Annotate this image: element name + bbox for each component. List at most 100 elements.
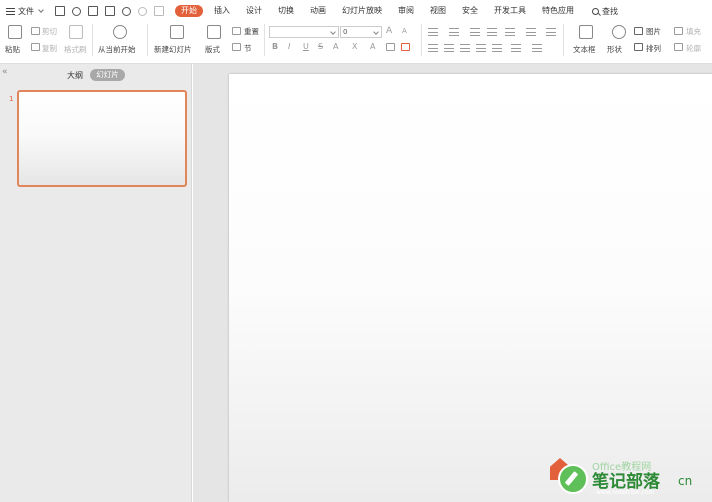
tab-design[interactable]: 设计 (238, 0, 270, 22)
play-icon (113, 25, 127, 39)
paragraph-settings-icon[interactable] (532, 44, 542, 52)
fill-button[interactable]: 填充 (686, 26, 701, 37)
copy-button[interactable]: 复制 (42, 43, 57, 54)
eraser-icon[interactable] (386, 43, 395, 51)
tab-security[interactable]: 安全 (454, 0, 486, 22)
tab-insert[interactable]: 插入 (206, 0, 238, 22)
chevron-down-icon (38, 6, 44, 13)
bold-button[interactable]: B (272, 42, 278, 51)
print-icon[interactable] (88, 6, 98, 16)
format-painter-button[interactable]: 格式刷 (64, 44, 87, 55)
quick-access-toolbar (55, 6, 164, 16)
tab-features[interactable]: 特色应用 (534, 0, 582, 22)
from-current-button[interactable]: 从当前开始 (98, 44, 136, 55)
section-icon (232, 43, 241, 51)
font-size-select[interactable]: 0 (340, 26, 382, 38)
vertical-align-icon[interactable] (511, 44, 521, 52)
tab-view[interactable]: 视图 (422, 0, 454, 22)
text-highlight-icon[interactable] (401, 43, 410, 51)
customize-toolbar-icon[interactable] (154, 6, 164, 16)
numbering-icon[interactable] (449, 28, 459, 36)
divider (264, 24, 265, 56)
slide-canvas[interactable] (229, 74, 712, 502)
tab-home[interactable]: 开始 (175, 5, 203, 17)
ribbon-tabs: 开始 插入 设计 切换 动画 幻灯片放映 审阅 视图 安全 开发工具 特色应用 … (172, 0, 618, 22)
print-preview-icon[interactable] (105, 6, 115, 16)
slide-number: 1 (9, 95, 14, 103)
picture-button[interactable]: 图片 (646, 26, 661, 37)
line-spacing-icon[interactable] (526, 28, 536, 36)
pen-logo-icon (558, 464, 588, 494)
tab-transitions[interactable]: 切换 (270, 0, 302, 22)
arrange-button[interactable]: 排列 (646, 43, 661, 54)
decrease-indent-icon[interactable] (470, 28, 480, 36)
tab-slideshow[interactable]: 幻灯片放映 (334, 0, 390, 22)
increase-indent-icon[interactable] (487, 28, 497, 36)
paste-icon (8, 25, 22, 39)
outline-button[interactable]: 轮廓 (686, 43, 701, 54)
copy-icon (31, 43, 40, 51)
divider (421, 24, 422, 56)
cut-icon (31, 27, 40, 35)
italic-button[interactable]: I (288, 42, 290, 51)
tab-review[interactable]: 审阅 (390, 0, 422, 22)
font-name-select[interactable] (269, 26, 339, 38)
redo-icon[interactable] (138, 6, 147, 16)
ribbon-toolbar: 粘贴 剪切 复制 格式刷 从当前开始 新建幻灯片 版式 重置 节 0 A A B… (0, 22, 712, 64)
file-menu[interactable]: 文件 (0, 0, 44, 22)
bullets-icon[interactable] (428, 28, 438, 36)
paste-button[interactable]: 粘贴 (5, 44, 20, 55)
text-box-button[interactable]: 文本框 (573, 44, 596, 55)
editing-workspace (193, 64, 712, 502)
font-color-button[interactable]: A (333, 42, 338, 51)
align-left-icon[interactable] (428, 44, 438, 52)
sync-icon[interactable] (72, 6, 81, 16)
tab-slides[interactable]: 幻灯片 (90, 69, 125, 81)
divider (92, 24, 93, 56)
format-painter-icon (69, 25, 83, 39)
fill-icon (674, 27, 683, 35)
search-label: 查找 (602, 6, 618, 16)
justify-icon[interactable] (476, 44, 486, 52)
slide-thumbnail[interactable] (17, 90, 187, 187)
tab-developer[interactable]: 开发工具 (486, 0, 534, 22)
tab-animations[interactable]: 动画 (302, 0, 334, 22)
search-icon (592, 7, 599, 15)
divider (147, 24, 148, 56)
collapse-pane-icon[interactable]: « (2, 67, 7, 77)
file-menu-label: 文件 (18, 6, 34, 16)
align-center-icon[interactable] (444, 44, 454, 52)
outline-icon (674, 43, 683, 51)
search-tab[interactable]: 查找 (592, 6, 618, 17)
tab-outline[interactable]: 大纲 (67, 70, 83, 81)
underline-button[interactable]: U (303, 42, 309, 51)
columns-icon[interactable] (505, 28, 515, 36)
distribute-icon[interactable] (492, 44, 502, 52)
reset-button[interactable]: 重置 (244, 26, 259, 37)
watermark-url: www.notetribe.com (596, 489, 655, 496)
text-box-icon (579, 25, 593, 39)
superscript-button[interactable]: X (352, 42, 357, 51)
shape-button[interactable]: 形状 (607, 44, 622, 55)
text-direction-icon[interactable] (546, 28, 556, 36)
new-slide-button[interactable]: 新建幻灯片 (154, 44, 192, 55)
layout-icon (207, 25, 221, 39)
watermark-cn: cn (678, 474, 693, 488)
grow-font-button[interactable]: A (386, 26, 392, 36)
layout-button[interactable]: 版式 (205, 44, 220, 55)
shape-icon (612, 25, 626, 39)
picture-icon (634, 27, 643, 35)
save-icon[interactable] (55, 6, 65, 16)
align-right-icon[interactable] (460, 44, 470, 52)
new-slide-icon (170, 25, 184, 39)
undo-icon[interactable] (122, 6, 131, 16)
arrange-icon (634, 43, 643, 51)
reset-icon (232, 27, 241, 35)
hamburger-icon (6, 7, 15, 15)
divider (563, 24, 564, 56)
clear-format-button[interactable]: A (370, 42, 375, 51)
strikethrough-button[interactable]: S (318, 42, 323, 51)
shrink-font-button[interactable]: A (402, 27, 407, 35)
section-button[interactable]: 节 (244, 43, 252, 54)
cut-button[interactable]: 剪切 (42, 26, 57, 37)
